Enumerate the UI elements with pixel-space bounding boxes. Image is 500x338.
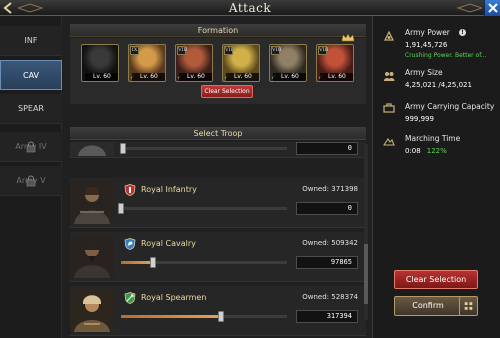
top-bar: Attack <box>0 0 500 16</box>
center-panel: Formation Lv. 60 IX ✓ Lv. 60 VIII ✓ Lv. … <box>62 16 372 338</box>
army-size-label: Army Size <box>405 68 443 77</box>
marching-time-percent: 122% <box>426 147 447 155</box>
troop-count-input[interactable]: 0 <box>296 142 358 155</box>
hero-slot-2[interactable]: IX ✓ Lv. 60 <box>128 44 166 82</box>
tab-label: CAV <box>22 71 40 80</box>
cavalry-shield-icon <box>124 238 136 250</box>
slider-fill <box>121 261 153 264</box>
stats-panel: Army Power ! 1,91,45,726 Crushing Power.… <box>372 16 500 338</box>
troop-slider[interactable] <box>120 143 287 154</box>
hero-slot-5[interactable]: VIII ✓ Lv. 60 <box>269 44 307 82</box>
army-power-desc: Crushing Power. Better of... <box>405 52 487 59</box>
hero-rank: VIII <box>318 46 329 55</box>
hero-slot-6[interactable]: VIII ✓ Lv. 60 <box>316 44 354 82</box>
troop-count-input[interactable]: 97865 <box>296 256 358 269</box>
troop-slider[interactable] <box>121 257 287 268</box>
tab-army-iv[interactable]: Army IV <box>0 132 62 162</box>
lock-icon <box>26 175 36 187</box>
troop-row-partial: 0 <box>70 142 366 158</box>
close-button[interactable] <box>484 0 500 16</box>
carrying-capacity-icon <box>383 103 395 113</box>
tab-spear[interactable]: SPEAR <box>0 94 62 124</box>
hero-level: Lv. 60 <box>85 73 118 81</box>
slider-fill <box>121 315 221 318</box>
clear-formation-button[interactable]: Clear Selection <box>201 85 253 98</box>
carrying-capacity-value: 999,999 <box>405 115 434 123</box>
troop-scrollbar[interactable] <box>364 144 368 320</box>
hero-rank: VIII <box>177 46 188 55</box>
tab-army-v[interactable]: Army V <box>0 166 62 196</box>
troop-name: Royal Infantry <box>141 185 197 194</box>
marching-time-value: 0:08 <box>405 147 421 155</box>
hero-level: Lv. 60 <box>273 73 306 81</box>
troop-portrait <box>70 236 114 278</box>
info-icon[interactable]: ! <box>459 29 466 36</box>
ornament-right-icon <box>456 3 482 13</box>
spear-shield-icon <box>124 292 136 304</box>
hero-level: Lv. 60 <box>132 73 165 81</box>
formation-grid-icon[interactable] <box>459 297 477 315</box>
confirm-label: Confirm <box>412 301 444 310</box>
troop-name: Royal Cavalry <box>141 239 196 248</box>
troop-name: Royal Spearmen <box>141 293 207 302</box>
hero-level: Lv. 60 <box>226 73 259 81</box>
crown-icon <box>341 34 355 42</box>
infantry-shield-icon <box>124 184 136 196</box>
slider-knob[interactable] <box>120 143 126 154</box>
hero-rank: IX <box>130 46 139 55</box>
hero-slot-1[interactable]: Lv. 60 <box>81 44 119 82</box>
slider-knob[interactable] <box>217 311 224 322</box>
hero-level: Lv. 60 <box>179 73 212 81</box>
close-icon <box>488 3 498 13</box>
tab-label: INF <box>24 36 38 45</box>
power-icon <box>384 30 394 41</box>
marching-time-label: Marching Time <box>405 134 461 143</box>
troop-owned: Owned: 509342 <box>302 239 358 247</box>
troop-portrait <box>70 290 114 332</box>
scrollbar-thumb[interactable] <box>364 244 368 304</box>
troop-slider[interactable] <box>118 203 287 214</box>
troop-list: 0 Royal Infantry Owned: 371398 0 Royal C… <box>70 142 366 338</box>
hero-rank: VIII <box>271 46 282 55</box>
hero-level: Lv. 60 <box>320 73 353 81</box>
slider-knob[interactable] <box>118 203 124 214</box>
slider-knob[interactable] <box>149 257 156 268</box>
select-troop-header: Select Troop <box>70 127 366 140</box>
hero-rank: VII <box>224 46 233 55</box>
troop-slider[interactable] <box>121 311 287 322</box>
army-sidebar: INF CAV SPEAR Army IV Army V <box>0 16 62 338</box>
marching-time-icon <box>383 138 395 146</box>
troop-row: Royal Spearmen Owned: 528374 317394 <box>70 286 366 336</box>
troop-row: Royal Cavalry Owned: 509342 97865 <box>70 232 366 282</box>
troop-owned: Owned: 371398 <box>302 185 358 193</box>
army-size-icon <box>384 72 395 81</box>
army-power-label: Army Power <box>405 28 450 37</box>
troop-owned: Owned: 528374 <box>302 293 358 301</box>
troop-count-input[interactable]: 317394 <box>296 310 358 323</box>
tab-inf[interactable]: INF <box>0 26 62 56</box>
clear-selection-button[interactable]: Clear Selection <box>394 270 478 289</box>
tab-label: SPEAR <box>18 104 44 113</box>
carrying-capacity-label: Army Carrying Capacity <box>405 102 495 111</box>
army-size-value: 4,25,021 /4,25,021 <box>405 81 472 89</box>
formation-panel: Lv. 60 IX ✓ Lv. 60 VIII ✓ Lv. 60 VII ✓ L… <box>70 34 366 104</box>
formation-header: Formation <box>70 24 366 37</box>
lock-icon <box>26 141 36 153</box>
army-power-value: 1,91,45,726 <box>405 41 448 49</box>
confirm-button[interactable]: Confirm <box>394 296 478 316</box>
marching-time-row: 0:08 122% <box>405 147 447 155</box>
hero-slot-4[interactable]: VII ✓ Lv. 60 <box>222 44 260 82</box>
hero-slot-3[interactable]: VIII ✓ Lv. 60 <box>175 44 213 82</box>
tab-cav[interactable]: CAV <box>0 60 62 90</box>
troop-portrait <box>70 142 114 156</box>
troop-portrait <box>70 182 114 224</box>
page-title: Attack <box>228 1 272 15</box>
troop-row: Royal Infantry Owned: 371398 0 <box>70 178 366 228</box>
troop-count-input[interactable]: 0 <box>296 202 358 215</box>
